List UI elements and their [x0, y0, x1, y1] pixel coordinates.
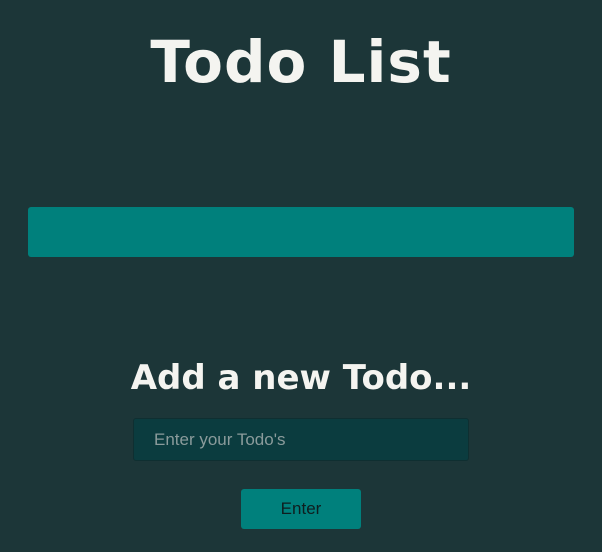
- page-title: Todo List: [150, 28, 452, 96]
- add-todo-heading: Add a new Todo...: [130, 358, 472, 398]
- todo-list-container: [28, 207, 574, 257]
- todo-input[interactable]: [133, 418, 469, 461]
- enter-button[interactable]: Enter: [241, 489, 361, 529]
